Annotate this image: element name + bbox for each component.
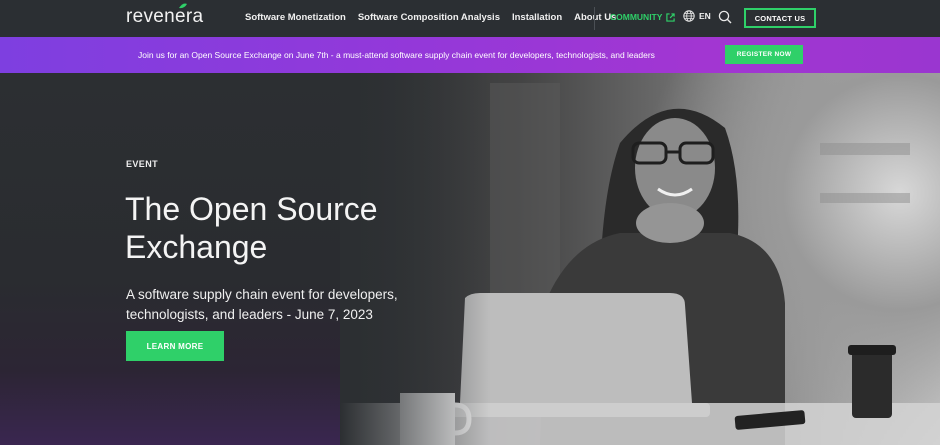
globe-icon (683, 10, 695, 22)
hero-subtitle: A software supply chain event for develo… (126, 287, 398, 322)
leaf-icon (179, 3, 187, 9)
top-navigation: revenera Software Monetization Software … (0, 0, 940, 37)
nav-link-installation[interactable]: Installation (512, 12, 562, 23)
event-eyebrow: EVENT (126, 159, 159, 169)
search-button[interactable] (718, 10, 732, 29)
language-label: EN (699, 11, 711, 21)
community-label: COMMUNITY (610, 12, 663, 22)
nav-link-software-monetization[interactable]: Software Monetization (245, 12, 346, 23)
external-link-icon (666, 12, 676, 22)
announcement-bar: Join us for an Open Source Exchange on J… (0, 37, 940, 73)
community-link[interactable]: COMMUNITY (610, 12, 676, 22)
main-nav: Software Monetization Software Compositi… (245, 12, 616, 23)
register-now-button[interactable]: REGISTER NOW (725, 45, 803, 64)
logo-text: revenera (126, 6, 204, 27)
revenera-logo[interactable]: revenera (126, 3, 204, 28)
announcement-text: Join us for an Open Source Exchange on J… (138, 50, 655, 60)
nav-divider (594, 7, 595, 30)
contact-us-button[interactable]: CONTACT US (744, 8, 816, 28)
nav-link-software-composition-analysis[interactable]: Software Composition Analysis (358, 12, 500, 23)
learn-more-button[interactable]: LEARN MORE (126, 331, 224, 361)
hero-title: The Open Source Exchange (125, 191, 378, 265)
search-icon (718, 10, 732, 24)
language-selector[interactable]: EN (683, 10, 711, 22)
hero-section: EVENT The Open Source Exchange A softwar… (0, 73, 940, 445)
